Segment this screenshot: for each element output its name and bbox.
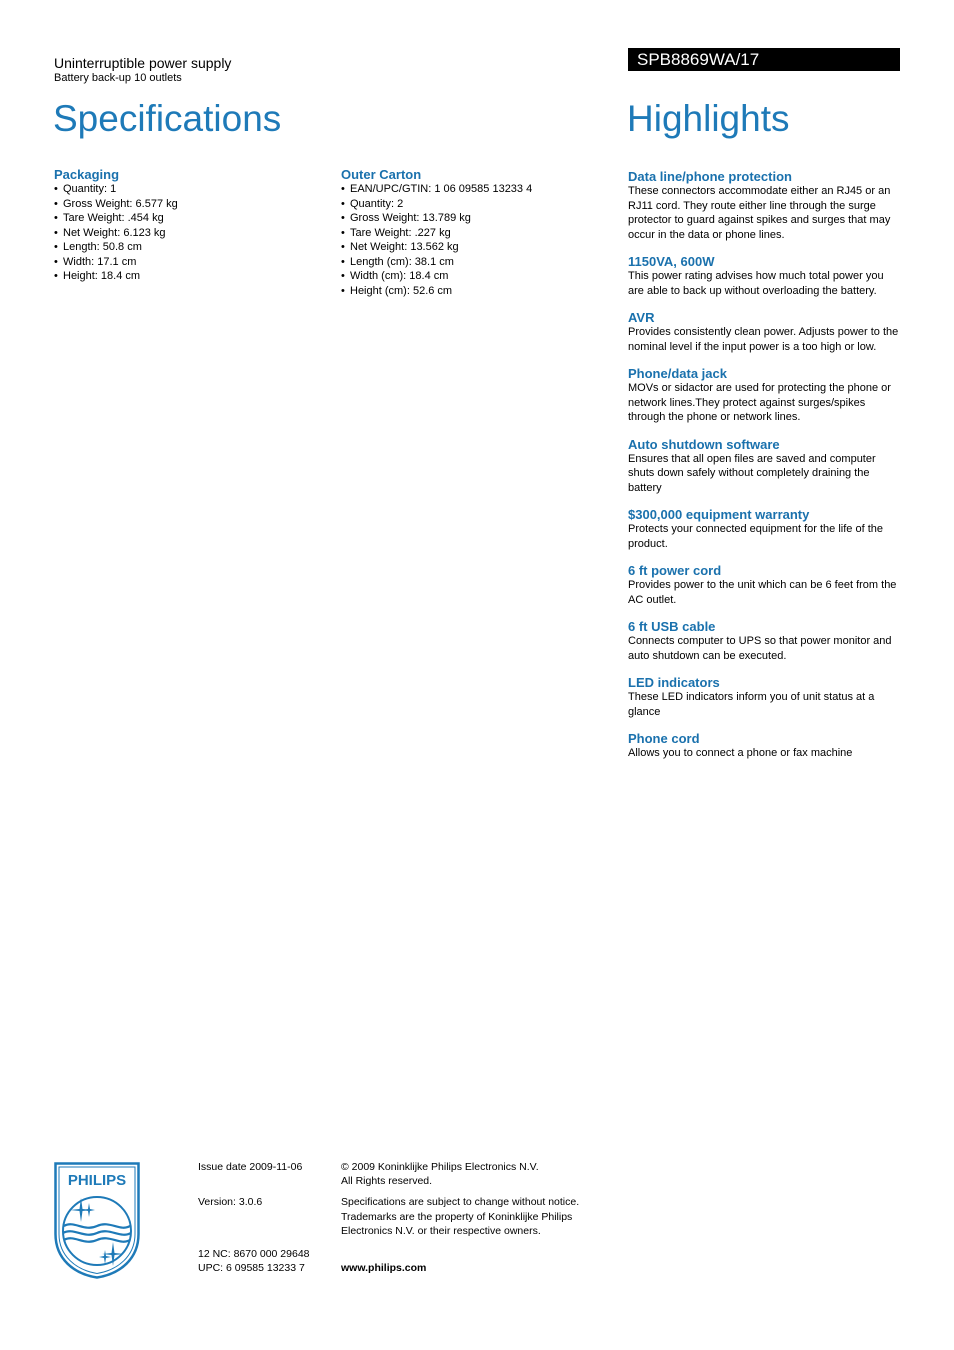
- highlight-item: Phone cord Allows you to connect a phone…: [628, 732, 900, 761]
- list-item: Width: 17.1 cm: [54, 255, 324, 270]
- model-number: SPB8869WA/17: [637, 50, 760, 69]
- highlight-item: Data line/phone protection These connect…: [628, 170, 900, 242]
- packaging-list: Quantity: 1 Gross Weight: 6.577 kg Tare …: [54, 182, 324, 284]
- highlight-text: Ensures that all open files are saved an…: [628, 452, 876, 494]
- highlight-text: This power rating advises how much total…: [628, 270, 884, 297]
- highlight-title: Phone cord: [628, 731, 700, 746]
- highlight-text: Allows you to connect a phone or fax mac…: [628, 747, 853, 759]
- highlight-item: 6 ft power cord Provides power to the un…: [628, 564, 900, 607]
- nc-number: 12 NC: 8670 000 29648: [198, 1248, 310, 1260]
- list-item: Net Weight: 6.123 kg: [54, 226, 324, 241]
- product-type: Uninterruptible power supply: [54, 55, 232, 71]
- highlight-text: Provides consistently clean power. Adjus…: [628, 326, 899, 353]
- highlight-title: Data line/phone protection: [628, 169, 792, 184]
- copyright: © 2009 Koninklijke Philips Electronics N…: [341, 1161, 539, 1173]
- highlight-title: AVR: [628, 310, 655, 325]
- version: Version: 3.0.6: [198, 1196, 263, 1208]
- list-item: Quantity: 1: [54, 182, 324, 197]
- highlight-title: $300,000 equipment warranty: [628, 507, 810, 522]
- logo-text: PHILIPS: [68, 1172, 126, 1189]
- list-item: Height (cm): 52.6 cm: [341, 284, 611, 299]
- list-item: Width (cm): 18.4 cm: [341, 269, 611, 284]
- packaging-section: Packaging Quantity: 1 Gross Weight: 6.57…: [54, 168, 324, 284]
- list-item: Gross Weight: 13.789 kg: [341, 211, 611, 226]
- list-item: Length (cm): 38.1 cm: [341, 255, 611, 270]
- highlight-item: AVR Provides consistently clean power. A…: [628, 311, 900, 354]
- rights-reserved: All Rights reserved.: [341, 1175, 433, 1187]
- highlight-text: These connectors accommodate either an R…: [628, 185, 891, 241]
- highlight-title: Auto shutdown software: [628, 436, 780, 452]
- highlight-text: MOVs or sidactor are used for protecting…: [628, 382, 891, 423]
- issue-date: Issue date 2009-11-06: [198, 1161, 303, 1173]
- product-subtitle: Battery back-up 10 outlets: [54, 72, 182, 84]
- highlight-item: 1150VA, 600W This power rating advises h…: [628, 255, 900, 298]
- highlight-title: 6 ft power cord: [628, 563, 722, 578]
- specifications-title: Specifications: [53, 98, 282, 139]
- list-item: Length: 50.8 cm: [54, 240, 324, 255]
- outer-carton-section: Outer Carton EAN/UPC/GTIN: 1 06 09585 13…: [341, 168, 611, 298]
- highlights-title: Highlights: [627, 98, 790, 139]
- highlight-item: $300,000 equipment warranty Protects you…: [628, 508, 900, 551]
- list-item: Tare Weight: .227 kg: [341, 226, 611, 241]
- highlight-text: Provides power to the unit which can be …: [628, 579, 897, 606]
- highlight-item: LED indicators These LED indicators info…: [628, 676, 900, 719]
- highlight-title: 6 ft USB cable: [628, 619, 716, 634]
- highlight-text: Connects computer to UPS so that power m…: [628, 635, 892, 662]
- highlight-title: 1150VA, 600W: [628, 254, 715, 269]
- list-item: Height: 18.4 cm: [54, 269, 324, 284]
- highlight-text: Protects your connected equipment for th…: [628, 523, 883, 550]
- highlight-item: Auto shutdown software Ensures that all …: [628, 436, 900, 496]
- list-item: Gross Weight: 6.577 kg: [54, 197, 324, 212]
- model-number-bar: SPB8869WA/17: [628, 48, 900, 71]
- philips-logo-icon: PHILIPS: [54, 1162, 140, 1279]
- list-item: Net Weight: 13.562 kg: [341, 240, 611, 255]
- highlight-title: Phone/data jack: [628, 366, 727, 381]
- list-item: Quantity: 2: [341, 197, 611, 212]
- highlight-item: Phone/data jack MOVs or sidactor are use…: [628, 367, 900, 425]
- outer-carton-heading: Outer Carton: [341, 167, 422, 182]
- website-link[interactable]: www.philips.com: [341, 1261, 426, 1276]
- list-item: EAN/UPC/GTIN: 1 06 09585 13233 4: [341, 182, 611, 197]
- disclaimer: Specifications are subject to change wit…: [341, 1196, 580, 1237]
- highlight-item: 6 ft USB cable Connects computer to UPS …: [628, 620, 900, 663]
- highlight-title: LED indicators: [628, 675, 720, 690]
- list-item: Tare Weight: .454 kg: [54, 211, 324, 226]
- packaging-heading: Packaging: [54, 167, 120, 182]
- outer-carton-list: EAN/UPC/GTIN: 1 06 09585 13233 4 Quantit…: [341, 182, 611, 298]
- highlight-text: These LED indicators inform you of unit …: [628, 691, 875, 718]
- highlights-list: Data line/phone protection These connect…: [628, 170, 900, 774]
- upc-number: UPC: 6 09585 13233 7: [198, 1262, 305, 1274]
